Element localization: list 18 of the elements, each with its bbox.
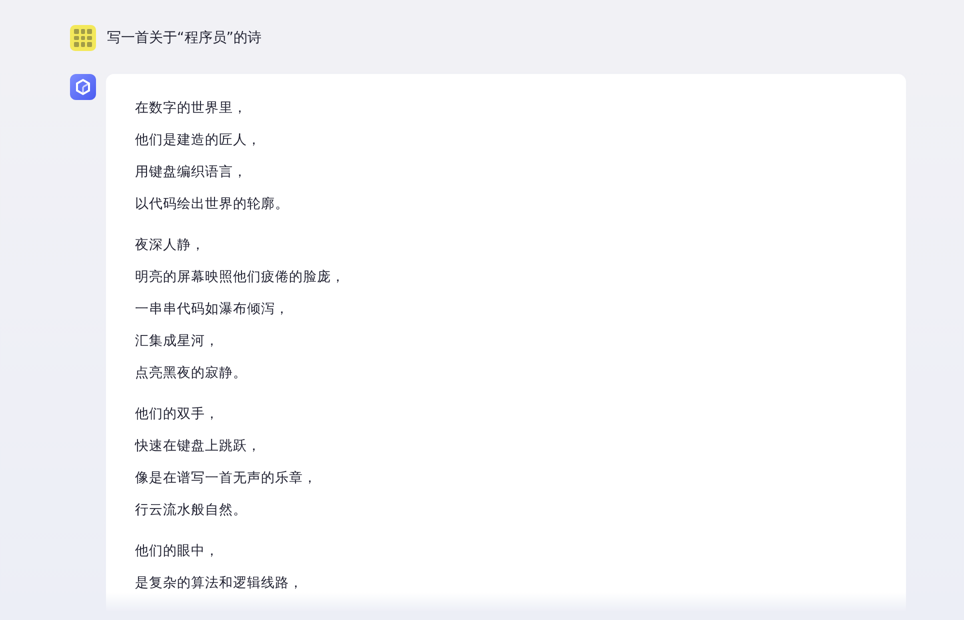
poem-line: 一串串代码如瀑布倾泻， [135, 300, 289, 319]
poem-line: 以代码绘出世界的轮廓。 [135, 195, 289, 214]
poem-line: 用键盘编织语言， [135, 163, 247, 182]
poem-line: 明亮的屏幕映照他们疲倦的脸庞， [135, 268, 345, 287]
poem-line: 点亮黑夜的寂静。 [135, 364, 247, 383]
poem-line: 他们是建造的匠人， [135, 131, 261, 150]
user-avatar [70, 25, 96, 51]
user-message: 写一首关于“程序员”的诗 [107, 29, 262, 47]
poem-line: 他们的双手， [135, 405, 219, 424]
poem-line: 在数字的世界里， [135, 99, 247, 118]
poem-line: 行云流水般自然。 [135, 501, 247, 520]
poem-line: 夜深人静， [135, 236, 205, 255]
poem-line: 是复杂的算法和逻辑线路， [135, 574, 303, 593]
cube-logo-icon [70, 74, 96, 100]
poem-line: 汇集成星河， [135, 332, 219, 351]
poem-line: 他们的眼中， [135, 542, 219, 561]
poem-line: 像是在谱写一首无声的乐章， [135, 469, 317, 488]
poem-line: 快速在键盘上跳跃， [135, 437, 261, 456]
